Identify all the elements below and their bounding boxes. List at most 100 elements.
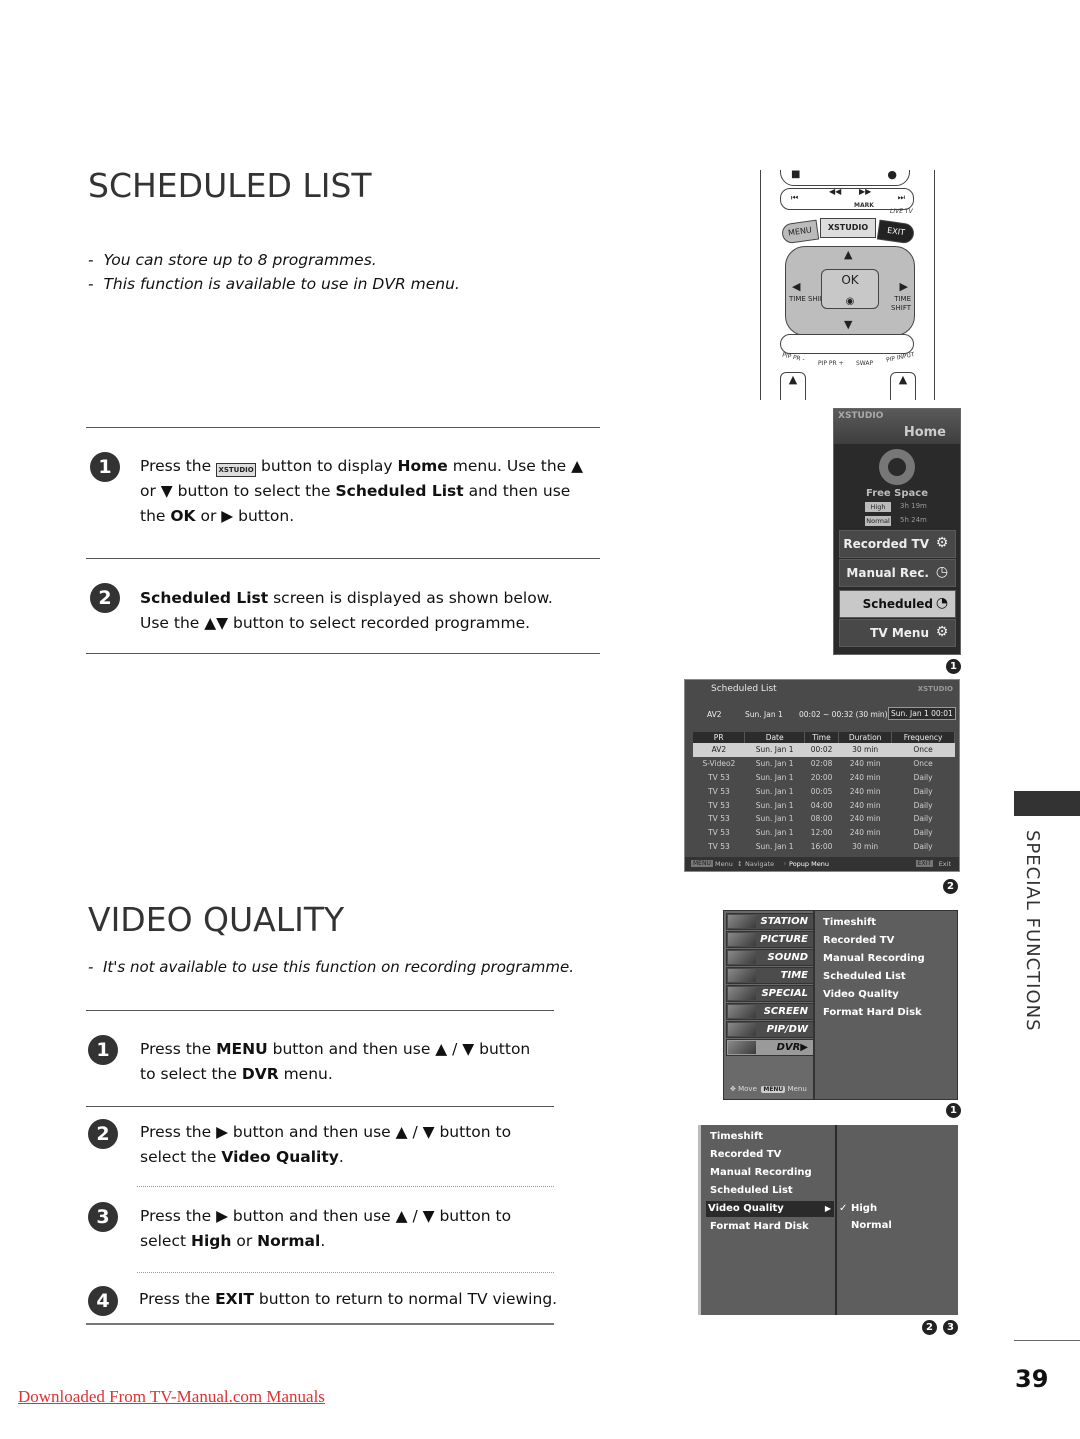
quality-option-normal[interactable]: Normal: [851, 1220, 892, 1231]
dvr-menu-item[interactable]: Recorded TV: [708, 1147, 836, 1163]
table-row[interactable]: TV 53 Sun. Jan 1 00:05 240 min Daily: [693, 784, 955, 798]
table-row[interactable]: TV 53 Sun. Jan 1 20:00 240 min Daily: [693, 771, 955, 785]
ok-label: OK: [841, 273, 859, 287]
dvr-menu-item[interactable]: Recorded TV: [823, 935, 894, 946]
dotted-divider: [137, 1186, 554, 1187]
dvr-menu-item[interactable]: Video Quality ▶: [706, 1201, 834, 1217]
dvr-menu-item[interactable]: Scheduled List: [708, 1183, 836, 1199]
emphasis-text: Video Quality: [221, 1148, 339, 1166]
table-cell: TV 53: [708, 828, 730, 838]
dvr-menu-item[interactable]: Format Hard Disk: [823, 1007, 922, 1018]
up-arrow-icon[interactable]: ▲: [844, 248, 852, 261]
pip-pr-plus-label: PIP PR +: [818, 360, 844, 367]
dvr-menu-item[interactable]: Scheduled List: [823, 971, 906, 982]
video-quality-menu-screen: Timeshift Recorded TV Manual Recording Sche…: [698, 1125, 958, 1315]
download-link[interactable]: Downloaded From TV-Manual.com Manuals: [18, 1387, 325, 1407]
table-row[interactable]: S-Video2 Sun. Jan 1 02:08 240 min Once: [693, 757, 955, 771]
emphasis-text: High: [190, 1232, 232, 1250]
current-pr: AV2: [707, 710, 722, 719]
menu-hint: Menu: [787, 1085, 807, 1093]
column-header: Duration: [838, 732, 893, 743]
vq-note: - It's not available to use this functio…: [88, 958, 574, 976]
category-picture[interactable]: PICTURE: [726, 931, 814, 948]
category-special[interactable]: SPECIAL: [726, 985, 814, 1002]
table-row[interactable]: TV 53 Sun. Jan 1 12:00 240 min Daily: [693, 826, 955, 840]
section-tab: [1014, 791, 1080, 816]
scheduled-list-heading: SCHEDULED LIST: [88, 166, 372, 205]
dvr-menu-item[interactable]: Timeshift: [708, 1129, 836, 1145]
step-number: 1: [88, 1035, 118, 1065]
table-cell: 20:00: [810, 772, 833, 782]
schedule-clock-icon: ◔: [935, 595, 949, 611]
column-header: Frequency: [891, 732, 955, 743]
left-arrow-icon[interactable]: ◀: [792, 280, 800, 293]
navigation-pad[interactable]: ▲ ▼ ◀ ▶ TIME SHIFT TIME SHIFT OK ◉: [785, 246, 915, 336]
table-cell: TV 53: [708, 772, 730, 782]
dvr-menu-item[interactable]: Timeshift: [823, 917, 876, 928]
table-cell: Once: [891, 743, 955, 757]
skip-buttons-row[interactable]: ⏮ ◀◀ ▶▶ ⏭: [780, 187, 914, 210]
emphasis-text: OK: [170, 507, 196, 525]
quality-option-high[interactable]: ✓ High: [839, 1203, 877, 1214]
channel-up-button[interactable]: ▲: [890, 372, 916, 400]
updown-icon: ↕: [737, 860, 743, 868]
dvr-menu-item[interactable]: Video Quality: [823, 989, 899, 1000]
ok-button[interactable]: OK ◉: [821, 269, 879, 309]
table-row[interactable]: TV 53 Sun. Jan 1 08:00 240 min Daily: [693, 812, 955, 826]
category-screen[interactable]: SCREEN: [726, 1003, 814, 1020]
table-row[interactable]: TV 53 Sun. Jan 1 04:00 240 min Daily: [693, 798, 955, 812]
home-item-tv-menu[interactable]: TV Menu ⚙: [839, 619, 956, 647]
free-time: 3h 19m: [900, 502, 927, 510]
category-sound[interactable]: SOUND: [726, 949, 814, 966]
note-1: - You can store up to 8 programmes.: [88, 251, 377, 269]
clock-record-icon: ◷: [935, 564, 949, 580]
screen-title: Scheduled List: [711, 684, 777, 694]
emphasis-text: EXIT: [215, 1290, 254, 1308]
emphasis-text: Scheduled List: [335, 482, 464, 500]
category-pipdw[interactable]: PIP/DW: [726, 1021, 814, 1038]
category-station[interactable]: STATION: [726, 913, 814, 930]
table-row[interactable]: TV 53 Sun. Jan 1 16:00 30 min Daily: [693, 840, 955, 854]
table-row[interactable]: AV2 Sun. Jan 1 00:02 30 min Once: [693, 743, 955, 757]
table-cell: Daily: [913, 786, 933, 796]
live-tv-label: LIVE TV: [890, 208, 913, 215]
home-item-manual-rec[interactable]: Manual Rec. ◷: [839, 559, 956, 587]
xstudio-button[interactable]: XSTUDIO: [820, 218, 876, 238]
step-text-fragment: Press the: [139, 1290, 216, 1308]
step-number: 1: [90, 452, 120, 482]
dvr-menu-item[interactable]: Manual Recording: [708, 1165, 836, 1181]
column-header: PR: [693, 732, 746, 743]
menu-item-label: Manual Recording: [710, 1167, 812, 1178]
column-header: Time: [804, 732, 840, 743]
category-label: PIP/DW: [766, 1024, 808, 1035]
transport-buttons-row[interactable]: ■ ●: [780, 170, 910, 186]
home-menu-header: XSTUDIO Home: [834, 409, 960, 444]
exit-button[interactable]: EXIT: [876, 219, 916, 245]
dvr-menu-item[interactable]: Manual Recording: [823, 953, 925, 964]
dvr-menu-item[interactable]: Format Hard Disk: [708, 1219, 836, 1235]
step-badge: 1: [946, 1103, 961, 1118]
table-cell: 00:05: [810, 786, 833, 796]
menu-item-label: Video Quality: [708, 1203, 784, 1214]
right-arrow-icon[interactable]: ▶: [900, 280, 908, 293]
current-clock: Sun. Jan 1 00:01: [888, 707, 956, 720]
category-time[interactable]: TIME: [726, 967, 814, 984]
category-dvr[interactable]: DVR▶: [726, 1039, 814, 1056]
step-4-text: Press the EXIT button to return to norma…: [139, 1287, 559, 1312]
menu-button[interactable]: MENU: [780, 219, 820, 245]
home-item-recorded-tv[interactable]: Recorded TV ⚙: [839, 530, 956, 558]
dotted-divider: [137, 1272, 554, 1273]
dvr-item-list: Timeshift Recorded TV Manual Recording Sche…: [701, 1125, 837, 1315]
table-cell: Daily: [913, 800, 933, 810]
volume-up-button[interactable]: ▲: [780, 372, 806, 400]
dvr-menu-screen: STATION PICTURE SOUND TIME SPECIAL SCREEN PIP/…: [723, 910, 958, 1100]
table-cell: 00:02: [804, 743, 839, 757]
home-menu-screen: XSTUDIO Home Free Space High 3h 19m Norm…: [833, 408, 961, 655]
pip-buttons-row[interactable]: [780, 334, 914, 354]
quality-badge: Normal: [865, 516, 891, 526]
step-3-text: Press the ▶ button and then use ▲ / ▼ bu…: [140, 1204, 550, 1254]
home-item-scheduled-list[interactable]: Scheduled List◔: [839, 590, 956, 637]
table-cell: 240 min: [849, 814, 881, 824]
down-arrow-icon[interactable]: ▼: [844, 318, 852, 331]
check-icon: ✓: [839, 1203, 848, 1214]
